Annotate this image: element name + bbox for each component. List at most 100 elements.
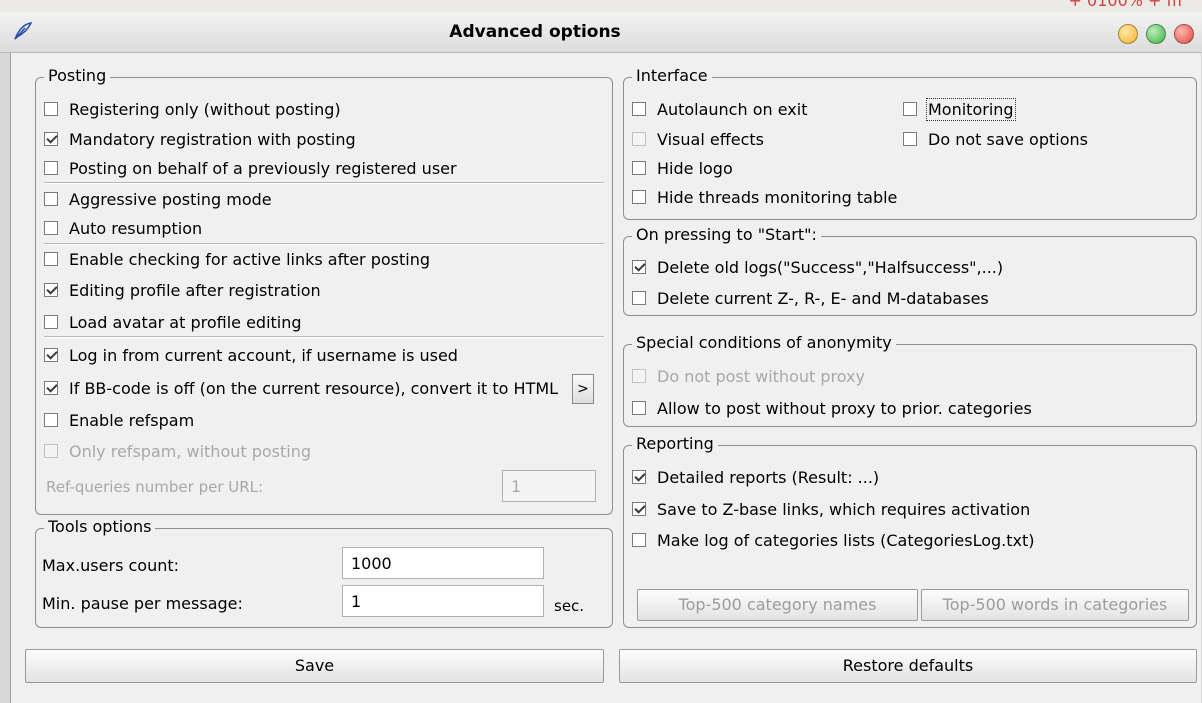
maximize-button[interactable] [1146, 24, 1166, 44]
checkbox-label: Do not post without proxy [657, 366, 865, 386]
checkbox-label: Mandatory registration with posting [69, 129, 356, 149]
window-title: Advanced options [449, 22, 621, 42]
checkbox-box[interactable] [903, 102, 917, 116]
title-bar[interactable]: Advanced options [0, 12, 1202, 53]
checkbox-detailed-reports[interactable]: Detailed reports (Result: ...) [632, 466, 879, 488]
top-words-button[interactable]: Top-500 words in categories [921, 589, 1189, 621]
min-pause-label: Min. pause per message: [42, 594, 243, 613]
background-text: + 0100% + ffi [1068, 0, 1182, 10]
checkbox-box[interactable] [632, 369, 646, 383]
minimize-button[interactable] [1118, 24, 1138, 44]
checkbox-box[interactable] [632, 161, 646, 175]
min-pause-input[interactable]: 1 [342, 585, 544, 617]
tools-legend: Tools options [44, 517, 156, 536]
checkbox-label: Enable refspam [69, 410, 195, 430]
checkbox-hide-threads-table[interactable]: Hide threads monitoring table [632, 186, 897, 208]
checkbox-label: Hide threads monitoring table [657, 187, 898, 207]
checkbox-box[interactable] [632, 533, 646, 547]
checkbox-only-refspam[interactable]: Only refspam, without posting [44, 440, 311, 462]
interface-legend: Interface [632, 66, 712, 85]
checkbox-box[interactable] [44, 221, 58, 235]
checkbox-box[interactable] [632, 260, 646, 274]
checkbox-box[interactable] [632, 401, 646, 415]
checkbox-check-active-links[interactable]: Enable checking for active links after p… [44, 248, 430, 270]
checkbox-label: Save to Z-base links, which requires act… [657, 499, 1031, 519]
checkbox-box[interactable] [44, 283, 58, 297]
checkbox-label: Allow to post without proxy to prior. ca… [657, 398, 1032, 418]
checkbox-label: Auto resumption [69, 218, 203, 238]
checkbox-box[interactable] [44, 348, 58, 362]
checkbox-box[interactable] [632, 502, 646, 516]
checkbox-box[interactable] [632, 470, 646, 484]
checkbox-registering-only[interactable]: Registering only (without posting) [44, 98, 341, 120]
checkbox-box[interactable] [44, 444, 58, 458]
separator [44, 243, 604, 245]
reporting-group: Reporting Detailed reports (Result: ...)… [623, 434, 1197, 628]
checkbox-box[interactable] [44, 252, 58, 266]
posting-legend: Posting [44, 66, 111, 85]
checkbox-label: Hide logo [657, 158, 733, 178]
interface-group: Interface Autolaunch on exit Visual effe… [623, 66, 1197, 220]
checkbox-label: Log in from current account, if username… [69, 345, 458, 365]
checkbox-save-zbase-links[interactable]: Save to Z-base links, which requires act… [632, 498, 1030, 520]
checkbox-label: Detailed reports (Result: ...) [657, 467, 880, 487]
checkbox-posting-on-behalf[interactable]: Posting on behalf of a previously regist… [44, 157, 457, 179]
checkbox-box[interactable] [44, 192, 58, 206]
checkbox-login-current-account[interactable]: Log in from current account, if username… [44, 344, 458, 366]
checkbox-box[interactable] [632, 291, 646, 305]
checkbox-label: Make log of categories lists (Categories… [657, 530, 1035, 550]
anonymity-legend: Special conditions of anonymity [632, 333, 896, 352]
posting-group: Posting Registering only (without postin… [35, 66, 613, 515]
checkbox-delete-databases[interactable]: Delete current Z-, R-, E- and M-database… [632, 287, 989, 309]
checkbox-editing-profile[interactable]: Editing profile after registration [44, 279, 321, 301]
checkbox-box[interactable] [44, 161, 58, 175]
checkbox-box[interactable] [44, 381, 58, 395]
checkbox-auto-resumption[interactable]: Auto resumption [44, 217, 202, 239]
checkbox-monitoring[interactable]: Monitoring [903, 97, 1016, 121]
checkbox-bbcode-to-html[interactable]: If BB-code is off (on the current resour… [44, 377, 558, 399]
checkbox-enable-refspam[interactable]: Enable refspam [44, 409, 194, 431]
separator [44, 336, 604, 338]
checkbox-box[interactable] [44, 413, 58, 427]
checkbox-hide-logo[interactable]: Hide logo [632, 157, 733, 179]
checkbox-box[interactable] [903, 132, 917, 146]
checkbox-mandatory-registration[interactable]: Mandatory registration with posting [44, 128, 356, 150]
checkbox-box[interactable] [632, 190, 646, 204]
checkbox-box[interactable] [632, 132, 646, 146]
checkbox-label: Editing profile after registration [69, 280, 321, 300]
checkbox-label: Autolaunch on exit [657, 99, 808, 119]
anonymity-group: Special conditions of anonymity Do not p… [623, 333, 1197, 427]
checkbox-log-categories[interactable]: Make log of categories lists (Categories… [632, 529, 1035, 551]
checkbox-autolaunch-on-exit[interactable]: Autolaunch on exit [632, 98, 807, 120]
separator [44, 182, 604, 184]
checkbox-visual-effects[interactable]: Visual effects [632, 128, 764, 150]
max-users-input[interactable]: 1000 [342, 547, 544, 579]
checkbox-delete-old-logs[interactable]: Delete old logs("Success","Halfsuccess",… [632, 256, 1003, 278]
checkbox-label: Delete current Z-, R-, E- and M-database… [657, 288, 989, 308]
checkbox-box[interactable] [44, 315, 58, 329]
checkbox-box[interactable] [44, 102, 58, 116]
checkbox-box[interactable] [44, 132, 58, 146]
tools-options-group: Tools options Max.users count: 1000 Min.… [35, 517, 613, 628]
on-start-legend: On pressing to "Start": [632, 225, 821, 244]
checkbox-label: Load avatar at profile editing [69, 312, 302, 332]
reporting-legend: Reporting [632, 434, 718, 453]
ref-queries-label: Ref-queries number per URL: [46, 478, 264, 496]
min-pause-unit: sec. [554, 597, 585, 615]
restore-defaults-button[interactable]: Restore defaults [619, 649, 1197, 683]
bbcode-more-button[interactable]: > [572, 374, 594, 404]
checkbox-do-not-save-options[interactable]: Do not save options [903, 128, 1088, 150]
dialog-client-area: Posting Registering only (without postin… [10, 53, 1201, 703]
save-button[interactable]: Save [25, 649, 604, 683]
checkbox-label: Registering only (without posting) [69, 99, 341, 119]
checkbox-aggressive-posting[interactable]: Aggressive posting mode [44, 188, 272, 210]
ref-queries-input[interactable]: 1 [502, 470, 596, 502]
checkbox-box[interactable] [632, 102, 646, 116]
close-button[interactable] [1174, 24, 1194, 44]
checkbox-load-avatar[interactable]: Load avatar at profile editing [44, 311, 302, 333]
top-category-names-button[interactable]: Top-500 category names [637, 589, 918, 621]
checkbox-allow-without-proxy[interactable]: Allow to post without proxy to prior. ca… [632, 397, 1032, 419]
checkbox-label: Posting on behalf of a previously regist… [69, 158, 457, 178]
checkbox-no-post-without-proxy[interactable]: Do not post without proxy [632, 365, 865, 387]
checkbox-label: Enable checking for active links after p… [69, 249, 431, 269]
